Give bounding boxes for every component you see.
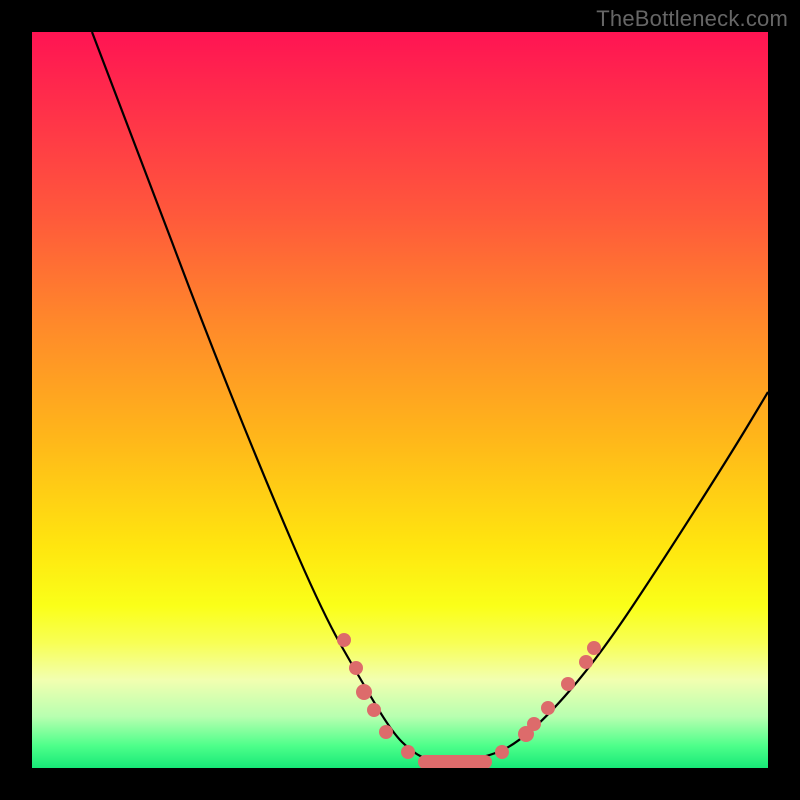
- curve-marker-dot: [356, 684, 372, 700]
- bottleneck-curve-svg: [32, 32, 768, 768]
- watermark-text: TheBottleneck.com: [596, 6, 788, 32]
- bottleneck-curve: [92, 32, 768, 762]
- curve-marker-dot: [337, 633, 351, 647]
- curve-marker-pill: [418, 755, 492, 768]
- curve-marker-dot: [401, 745, 415, 759]
- curve-marker-dot: [541, 701, 555, 715]
- curve-marker-dot: [587, 641, 601, 655]
- curve-marker-dot: [561, 677, 575, 691]
- chart-frame: TheBottleneck.com: [0, 0, 800, 800]
- curve-marker-dot: [349, 661, 363, 675]
- gradient-plot-area: [32, 32, 768, 768]
- curve-marker-dot: [495, 745, 509, 759]
- curve-marker-dot: [579, 655, 593, 669]
- curve-marker-dot: [379, 725, 393, 739]
- curve-marker-dot: [527, 717, 541, 731]
- curve-marker-dot: [367, 703, 381, 717]
